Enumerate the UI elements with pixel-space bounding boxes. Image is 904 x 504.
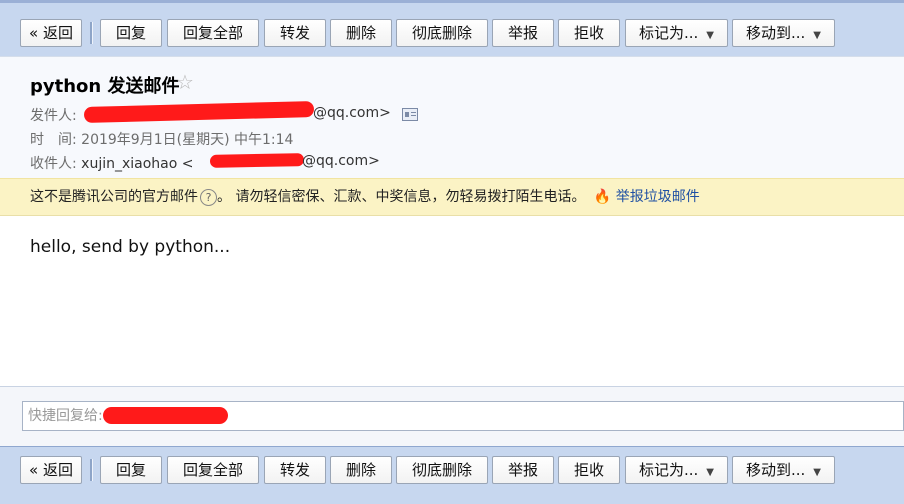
mark-as-label: 标记为...: [638, 24, 699, 42]
from-domain[interactable]: @qq.com>: [313, 105, 391, 121]
redacted-sender: [83, 100, 315, 124]
to-domain: @qq.com>: [302, 153, 380, 169]
chevron-down-icon: ▼: [813, 30, 821, 41]
reject-button[interactable]: 拒收: [558, 19, 620, 47]
mark-as-dropdown[interactable]: 标记为... ▼: [625, 456, 728, 484]
help-icon[interactable]: ?: [200, 188, 217, 206]
toolbar-separator: [90, 459, 93, 481]
back-button[interactable]: « 返回: [20, 456, 82, 484]
report-button[interactable]: 举报: [492, 19, 554, 47]
email-body: hello, send by python...: [30, 237, 231, 257]
delete-permanently-button[interactable]: 彻底删除: [396, 456, 488, 484]
quick-reply-area: 快捷回复给:: [0, 387, 904, 446]
from-address-suffix: @qq.com>: [313, 105, 391, 121]
email-header: python 发送邮件 ☆ 发件人: @qq.com> 时 间: 2019年9月…: [0, 56, 904, 179]
to-row: 收件人: xujin_xiaohao <: [30, 153, 194, 173]
security-warning-bar: 这不是腾讯公司的官方邮件?。 请勿轻信密保、汇款、中奖信息，勿轻易拨打陌生电话。…: [0, 178, 904, 216]
back-button[interactable]: « 返回: [20, 19, 82, 47]
reply-button[interactable]: 回复: [100, 19, 162, 47]
mark-as-label: 标记为...: [638, 461, 699, 479]
from-label: 发件人:: [30, 108, 77, 124]
star-icon[interactable]: ☆: [176, 70, 194, 94]
report-spam-link[interactable]: 举报垃圾邮件: [616, 189, 700, 205]
to-address-suffix: @qq.com>: [302, 153, 380, 169]
warning-text: 这不是腾讯公司的官方邮件: [30, 189, 198, 205]
forward-button[interactable]: 转发: [264, 19, 326, 47]
email-subject: python 发送邮件: [30, 76, 180, 97]
reject-button[interactable]: 拒收: [558, 456, 620, 484]
reply-button[interactable]: 回复: [100, 456, 162, 484]
toolbar-separator: [90, 22, 93, 44]
contact-card-icon[interactable]: [402, 108, 418, 121]
move-to-dropdown[interactable]: 移动到... ▼: [732, 456, 835, 484]
chevron-down-icon: ▼: [813, 467, 821, 478]
delete-button[interactable]: 删除: [330, 456, 392, 484]
warning-advice: 。 请勿轻信密保、汇款、中奖信息，勿轻易拨打陌生电话。: [217, 189, 586, 205]
move-to-label: 移动到...: [745, 24, 806, 42]
reply-all-button[interactable]: 回复全部: [167, 456, 259, 484]
quick-reply-placeholder: 快捷回复给:: [28, 408, 103, 424]
bottom-toolbar: « 返回 回复 回复全部 转发 删除 彻底删除 举报 拒收 标记为... ▼ 移动…: [0, 446, 904, 504]
delete-button[interactable]: 删除: [330, 19, 392, 47]
time-value: 2019年9月1日(星期天) 中午1:14: [81, 132, 294, 148]
from-row: 发件人:: [30, 105, 77, 125]
forward-button[interactable]: 转发: [264, 456, 326, 484]
top-toolbar: « 返回 回复 回复全部 转发 删除 彻底删除 举报 拒收 标记为... ▼ 移动…: [0, 0, 904, 56]
report-spam-icon: 🔥: [593, 189, 612, 205]
reply-all-button[interactable]: 回复全部: [167, 19, 259, 47]
time-row: 时 间: 2019年9月1日(星期天) 中午1:14: [30, 129, 293, 149]
delete-permanently-button[interactable]: 彻底删除: [396, 19, 488, 47]
redacted-quick-reply-recipient: [103, 407, 228, 424]
mark-as-dropdown[interactable]: 标记为... ▼: [625, 19, 728, 47]
report-button[interactable]: 举报: [492, 456, 554, 484]
chevron-down-icon: ▼: [706, 30, 714, 41]
chevron-down-icon: ▼: [706, 467, 714, 478]
to-label: 收件人:: [30, 156, 77, 172]
redacted-recipient: [209, 153, 305, 168]
move-to-dropdown[interactable]: 移动到... ▼: [732, 19, 835, 47]
time-label: 时 间:: [30, 132, 77, 148]
move-to-label: 移动到...: [745, 461, 806, 479]
to-name[interactable]: xujin_xiaohao <: [81, 156, 193, 172]
